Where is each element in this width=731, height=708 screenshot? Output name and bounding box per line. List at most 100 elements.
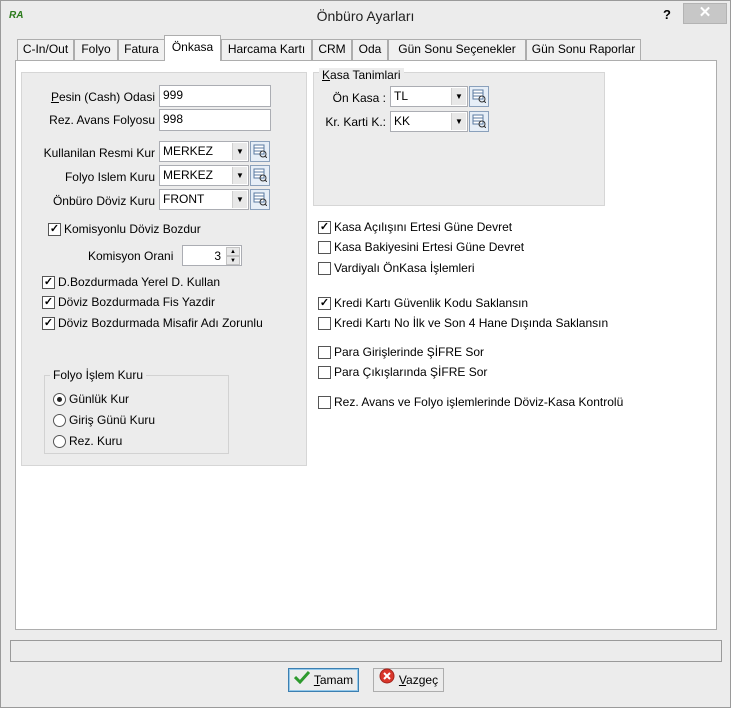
folyo-islem-kuru-lookup-button[interactable] [250,165,270,186]
folyo-islem-kuru-label: Folyo Islem Kuru [64,170,155,184]
title-bar: RA Önbüro Ayarları ? ✕ [1,1,730,32]
doviz-kuru-lookup-button[interactable] [250,189,270,210]
komisyon-orani-spinner[interactable]: 3 ▲ ▼ [182,245,242,266]
rez-avans-folyosu-label: Rez. Avans Folyosu [49,113,155,127]
chevron-down-icon[interactable]: ▼ [451,113,466,130]
folyo-islem-kuru-value: MERKEZ [163,168,214,182]
lookup-grid-icon [253,168,268,183]
cancel-button[interactable]: Vazgeç [373,668,444,692]
kasa-legend-accelerator: K [322,68,331,82]
radio-rez-kuru[interactable] [53,435,66,448]
yerel-doviz-label: D.Bozdurmada Yerel D. Kullan [58,275,221,289]
folyo-kur-fieldset: Folyo İşlem Kuru Günlük Kur Giriş Günü K… [44,368,229,454]
lookup-grid-icon [472,89,487,104]
on-kasa-lookup-button[interactable] [469,86,489,107]
kr-karti-combo[interactable]: KK ▼ [390,111,468,132]
chevron-down-icon[interactable]: ▼ [232,143,247,160]
help-button[interactable]: ? [657,5,677,25]
ok-label-rest: amam [319,673,354,687]
on-kasa-combo[interactable]: TL ▼ [390,86,468,107]
tab-fatura[interactable]: Fatura [118,39,165,60]
cancel-accelerator: V [398,673,407,687]
kr-karti-label: Kr. Karti K.: [325,115,386,129]
kart-no-saklama-checkbox[interactable] [318,317,331,330]
spin-up-icon[interactable]: ▲ [226,247,240,256]
pesin-odasi-label: Pesin (Cash) Odasi [30,90,155,104]
tab-oda[interactable]: Oda [352,39,388,60]
resmi-kur-label: Kullanilan Resmi Kur [43,146,155,160]
fis-yazdir-label: Döviz Bozdurmada Fis Yazdir [58,295,215,309]
cancel-icon [379,668,395,691]
resmi-kur-lookup-button[interactable] [250,141,270,162]
status-bar [10,640,722,662]
para-giris-sifre-label: Para Girişlerinde ŞİFRE Sor [334,345,485,359]
left-settings-group: Pesin (Cash) Odasi 999 Rez. Avans Folyos… [21,72,307,466]
radio-gunluk-kur[interactable] [53,393,66,406]
doviz-kuru-value: FRONT [163,192,205,206]
resmi-kur-combo[interactable]: MERKEZ ▼ [159,141,249,162]
radio-giris-gunu-kuru[interactable] [53,414,66,427]
ok-button[interactable]: Tamam [288,668,359,692]
lookup-grid-icon [253,144,268,159]
kasa-acilis-devret-checkbox[interactable]: ✓ [318,221,331,234]
pesin-odasi-input[interactable]: 999 [159,85,271,107]
gunluk-kur-label: Günlük Kur [69,392,130,406]
rez-kuru-label: Rez. Kuru [69,434,123,448]
para-giris-sifre-checkbox[interactable] [318,346,331,359]
rez-avans-folyosu-input[interactable]: 998 [159,109,271,131]
doviz-kuru-combo[interactable]: FRONT ▼ [159,189,249,210]
pesin-label-rest: esin (Cash) Odasi [58,90,155,104]
resmi-kur-value: MERKEZ [163,144,214,158]
komisyon-orani-label: Komisyon Orani [88,249,174,263]
kasa-tanimlari-legend: Kasa Tanimlari [319,68,404,82]
kasa-tanimlari-group: Kasa Tanimlari Ön Kasa : TL ▼ Kr. Karti … [313,68,605,206]
check-icon [293,669,310,691]
lookup-grid-icon [472,114,487,129]
cancel-label-rest: azgeç [406,673,439,687]
doviz-kasa-kontrol-checkbox[interactable] [318,396,331,409]
kasa-acilis-devret-label: Kasa Açılışını Ertesi Güne Devret [334,220,513,234]
folyo-islem-kuru-combo[interactable]: MERKEZ ▼ [159,165,249,186]
pesin-label-accelerator: P [50,90,59,104]
chevron-down-icon[interactable]: ▼ [451,88,466,105]
fis-yazdir-checkbox[interactable]: ✓ [42,296,55,309]
guvenlik-kodu-checkbox[interactable]: ✓ [318,297,331,310]
doviz-kasa-kontrol-label: Rez. Avans ve Folyo işlemlerinde Döviz-K… [334,395,624,409]
kr-karti-lookup-button[interactable] [469,111,489,132]
onkasa-panel: Pesin (Cash) Odasi 999 Rez. Avans Folyos… [15,60,717,630]
vardiyali-onkasa-label: Vardiyalı ÖnKasa İşlemleri [334,261,475,275]
vardiyali-onkasa-checkbox[interactable] [318,262,331,275]
kart-no-saklama-label: Kredi Kartı No İlk ve Son 4 Hane Dışında… [334,316,609,330]
chevron-down-icon[interactable]: ▼ [232,191,247,208]
folyo-kur-legend: Folyo İşlem Kuru [50,368,147,382]
window-title: Önbüro Ayarları [316,8,415,24]
tab-harcama-karti[interactable]: Harcama Kartı [221,39,312,60]
chevron-down-icon[interactable]: ▼ [232,167,247,184]
komisyon-orani-value: 3 [214,249,221,263]
tab-crm[interactable]: CRM [312,39,352,60]
kasa-legend-rest: asa Tanimlari [330,68,401,82]
guvenlik-kodu-label: Kredi Kartı Güvenlik Kodu Saklansın [334,296,529,310]
komisyonlu-checkbox[interactable]: ✓ [48,223,61,236]
kr-karti-value: KK [394,114,411,128]
giris-gunu-kuru-label: Giriş Günü Kuru [69,413,156,427]
on-kasa-label: Ön Kasa : [332,91,386,105]
misafir-adi-checkbox[interactable]: ✓ [42,317,55,330]
tab-onkasa[interactable]: Önkasa [164,35,221,61]
para-cikis-sifre-checkbox[interactable] [318,366,331,379]
settings-window: RA Önbüro Ayarları ? ✕ C-In/Out Folyo Fa… [0,0,731,708]
tab-folyo[interactable]: Folyo [74,39,118,60]
yerel-doviz-checkbox[interactable]: ✓ [42,276,55,289]
komisyonlu-label: Komisyonlu Döviz Bozdur [64,222,201,236]
tab-c-in-out[interactable]: C-In/Out [17,39,74,60]
kasa-bakiye-devret-checkbox[interactable] [318,241,331,254]
spin-down-icon[interactable]: ▼ [226,256,240,265]
tab-gun-sonu-raporlar[interactable]: Gün Sonu Raporlar [526,39,641,60]
tab-gun-sonu-secenekler[interactable]: Gün Sonu Seçenekler [388,39,526,60]
para-cikis-sifre-label: Para Çıkışlarında ŞİFRE Sor [334,365,488,379]
on-kasa-value: TL [394,89,409,103]
misafir-adi-label: Döviz Bozdurmada Misafir Adı Zorunlu [58,316,263,330]
kasa-bakiye-devret-label: Kasa Bakiyesini Ertesi Güne Devret [334,240,525,254]
lookup-grid-icon [253,192,268,207]
close-button[interactable]: ✕ [683,3,727,24]
